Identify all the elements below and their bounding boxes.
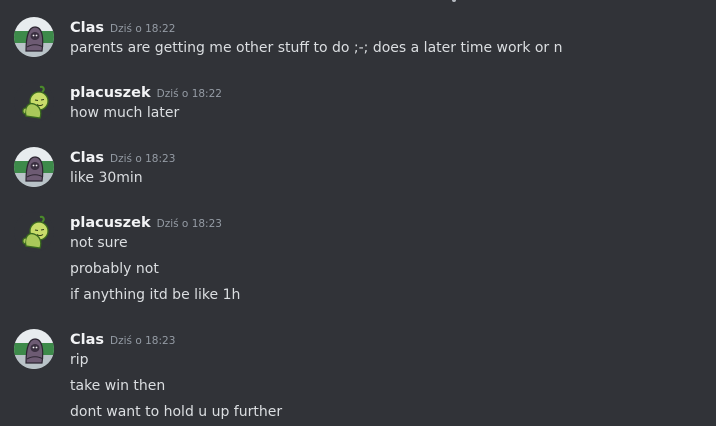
avatar-clas[interactable] xyxy=(14,17,54,57)
timestamp[interactable]: Dziś o 18:23 xyxy=(110,335,175,347)
avatar-placuszek[interactable] xyxy=(14,212,54,252)
hooded-figure-avatar-icon xyxy=(14,329,54,369)
message-header: Clas Dziś o 18:23 xyxy=(70,147,175,169)
timestamp[interactable]: Dziś o 18:22 xyxy=(157,88,222,100)
timestamp[interactable]: Dziś o 18:23 xyxy=(110,153,175,165)
avatar-clas[interactable] xyxy=(14,329,54,369)
avatar-placuszek[interactable] xyxy=(14,82,54,122)
message-text: if anything itd be like 1h xyxy=(70,287,241,303)
hooded-figure-avatar-icon xyxy=(14,147,54,187)
hooded-figure-avatar-icon xyxy=(14,17,54,57)
message-text: rip xyxy=(70,352,89,368)
username[interactable]: placuszek xyxy=(70,85,151,101)
green-frog-avatar-icon xyxy=(14,82,54,122)
username[interactable]: placuszek xyxy=(70,215,151,231)
message-text: like 30min xyxy=(70,170,143,186)
message-header: placuszek Dziś o 18:22 xyxy=(70,82,222,104)
message-text: how much later xyxy=(70,105,180,121)
message-text: probably not xyxy=(70,261,159,277)
message-header: placuszek Dziś o 18:23 xyxy=(70,212,222,234)
username[interactable]: Clas xyxy=(70,20,104,36)
username[interactable]: Clas xyxy=(70,150,104,166)
message-header: Clas Dziś o 18:22 xyxy=(70,17,175,39)
avatar-clas[interactable] xyxy=(14,147,54,187)
green-frog-avatar-icon xyxy=(14,212,54,252)
username[interactable]: Clas xyxy=(70,332,104,348)
timestamp[interactable]: Dziś o 18:23 xyxy=(157,218,222,230)
clipped-text-fragment xyxy=(452,0,456,2)
message-text: take win then xyxy=(70,378,166,394)
timestamp[interactable]: Dziś o 18:22 xyxy=(110,23,175,35)
message-header: Clas Dziś o 18:23 xyxy=(70,329,175,351)
message-text: parents are getting me other stuff to do… xyxy=(70,40,563,56)
message-text: dont want to hold u up further xyxy=(70,404,283,420)
message-text: not sure xyxy=(70,235,128,251)
